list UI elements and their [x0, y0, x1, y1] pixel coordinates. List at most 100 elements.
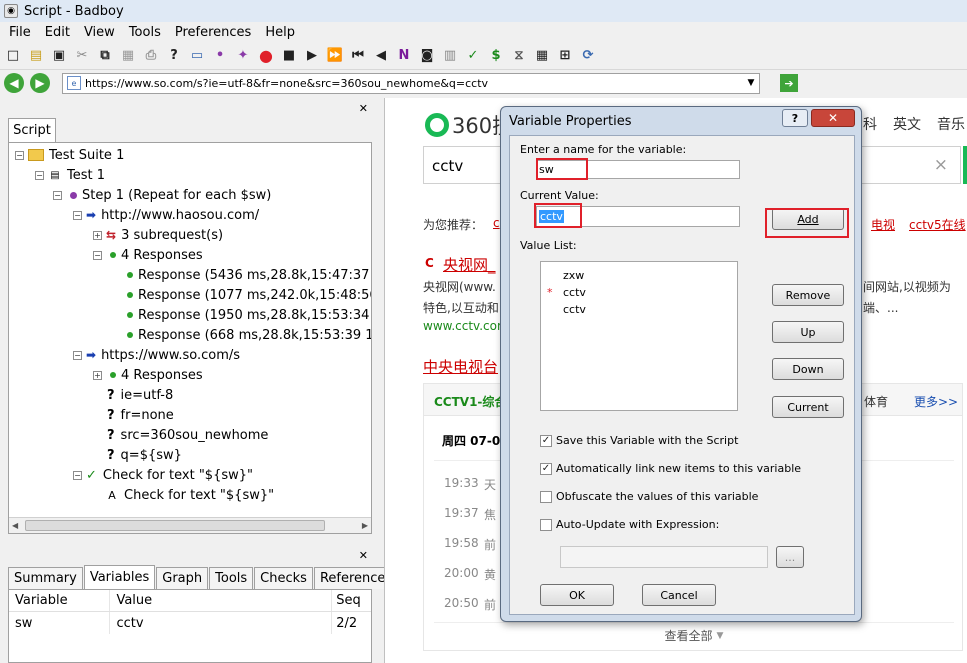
expression-browse-button[interactable]: ...	[776, 546, 804, 568]
close-icon[interactable]: ✕	[359, 549, 368, 562]
check-icon[interactable]: ✓	[464, 47, 482, 65]
auto-update-checkbox[interactable]: Auto-Update with Expression:	[540, 518, 719, 531]
add-suite-icon[interactable]: ▭	[188, 47, 206, 65]
tree-item[interactable]: ? ie=utf-8	[107, 385, 173, 405]
close-button[interactable]: ✕	[811, 109, 855, 127]
tv-channel-tab[interactable]: CCTV1-综合	[434, 393, 506, 410]
tree-item[interactable]: − Step 1 (Repeat for each $sw)	[53, 185, 271, 205]
grid-icon[interactable]: ⊞	[556, 47, 574, 65]
back-icon[interactable]: ◀	[4, 73, 24, 93]
add-step-icon[interactable]: •	[211, 47, 229, 65]
open-folder-icon[interactable]: ▤	[27, 47, 45, 65]
play-all-icon[interactable]: ⏩	[326, 47, 344, 65]
table-icon[interactable]: ▦	[533, 47, 551, 65]
chevron-down-icon[interactable]: ▼	[743, 74, 759, 93]
tree-item[interactable]: − ▤ Test 1	[35, 165, 105, 185]
save-icon[interactable]: ▣	[50, 47, 68, 65]
obfuscate-checkbox[interactable]: Obfuscate the values of this variable	[540, 490, 758, 503]
tree-item[interactable]: Response (1077 ms,242.0k,15:48:56 17	[123, 285, 371, 305]
step-back-icon[interactable]: ◀	[372, 47, 390, 65]
timer-icon[interactable]: ⧖	[510, 47, 528, 65]
value-list[interactable]: zxw * cctv cctv	[540, 261, 738, 411]
record-icon[interactable]: ●	[257, 46, 275, 65]
stop-icon[interactable]: ■	[280, 47, 298, 65]
tree-item[interactable]: A Check for text "${sw}"	[105, 485, 274, 505]
result-title[interactable]: 央视网_	[443, 254, 496, 275]
cut-icon[interactable]: ✂	[73, 47, 91, 65]
expand-icon[interactable]: +	[93, 370, 102, 380]
collapse-icon[interactable]: −	[73, 350, 82, 360]
tab-script[interactable]: Script	[8, 118, 56, 142]
auto-link-checkbox[interactable]: ✓ Automatically link new items to this v…	[540, 462, 801, 475]
tree-item[interactable]: − 4 Responses	[93, 245, 203, 265]
tree-item[interactable]: − ➡ https://www.so.com/s	[73, 345, 240, 365]
result-url[interactable]: www.cctv.com	[423, 319, 509, 333]
play-icon[interactable]: ▶	[303, 47, 321, 65]
menu-file[interactable]: File	[2, 25, 38, 40]
tab-summary[interactable]: Summary	[8, 567, 83, 589]
view-all-button[interactable]: 查看全部 ▼	[434, 622, 954, 648]
list-item[interactable]: zxw	[563, 269, 584, 282]
tree-item[interactable]: ? src=360sou_newhome	[107, 425, 268, 445]
menu-edit[interactable]: Edit	[38, 25, 77, 40]
add-request-icon[interactable]: ✦	[234, 47, 252, 65]
recommend-link[interactable]: 电视	[871, 216, 895, 233]
collapse-icon[interactable]: −	[15, 150, 24, 160]
collapse-icon[interactable]: −	[35, 170, 44, 180]
nav-item-music[interactable]: 音乐	[937, 114, 965, 134]
cancel-button[interactable]: Cancel	[642, 584, 716, 606]
ok-button[interactable]: OK	[540, 584, 614, 606]
tree-item[interactable]: Response (668 ms,28.8k,15:53:39 17 Ju	[123, 325, 371, 345]
scroll-right-icon[interactable]: ▶	[362, 521, 368, 530]
print-icon[interactable]: ⎙	[142, 47, 160, 65]
menu-view[interactable]: View	[77, 25, 122, 40]
forward-icon[interactable]: ▶	[30, 73, 50, 93]
navigation-n-icon[interactable]: N	[395, 47, 413, 65]
camera-icon[interactable]: ◙	[418, 47, 436, 65]
column-value[interactable]: Value	[110, 590, 331, 611]
tree-item[interactable]: ? fr=none	[107, 405, 174, 425]
rewind-icon[interactable]: ⏮	[349, 47, 367, 65]
menu-help[interactable]: Help	[258, 25, 302, 40]
tree-item[interactable]: − Test Suite 1	[15, 145, 124, 165]
list-item[interactable]: cctv	[563, 303, 586, 316]
up-button[interactable]: Up	[772, 321, 844, 343]
collapse-icon[interactable]: −	[73, 470, 82, 480]
tab-tools[interactable]: Tools	[209, 567, 254, 589]
collapse-icon[interactable]: −	[93, 250, 102, 260]
list-item[interactable]: cctv	[563, 286, 586, 299]
collapse-icon[interactable]: −	[53, 190, 62, 200]
clear-icon[interactable]: ×	[934, 155, 948, 175]
tab-graph[interactable]: Graph	[156, 567, 209, 589]
save-variable-checkbox[interactable]: ✓ Save this Variable with the Script	[540, 434, 738, 447]
tree-item[interactable]: + 4 Responses	[93, 365, 203, 385]
tree-item[interactable]: − ➡ http://www.haosou.com/	[73, 205, 259, 225]
paste-icon[interactable]: ▦	[119, 47, 137, 65]
menu-tools[interactable]: Tools	[122, 25, 168, 40]
tab-checks[interactable]: Checks	[254, 567, 313, 589]
tree-item[interactable]: − ✓ Check for text "${sw}"	[73, 465, 253, 485]
nav-item[interactable]: 科	[863, 114, 877, 134]
close-icon[interactable]: ✕	[359, 102, 368, 115]
variable-dollar-icon[interactable]: $	[487, 47, 505, 65]
table-row[interactable]: sw cctv 2/2	[9, 612, 371, 634]
expand-icon[interactable]: +	[93, 230, 102, 240]
expression-input[interactable]	[560, 546, 768, 568]
more-link[interactable]: 更多>>	[914, 393, 958, 410]
refresh-icon[interactable]: ⟳	[579, 47, 597, 65]
recommend-link[interactable]: cctv5在线	[909, 216, 966, 233]
result-title[interactable]: 中央电视台	[423, 356, 498, 377]
down-button[interactable]: Down	[772, 358, 844, 380]
scrollbar-thumb[interactable]	[25, 520, 325, 531]
url-input[interactable]: e https://www.so.com/s?ie=utf-8&fr=none&…	[62, 72, 760, 94]
recommend-link[interactable]: c	[493, 216, 500, 230]
nav-item-english[interactable]: 英文	[893, 114, 921, 134]
tree-item[interactable]: + ⇆ 3 subrequest(s)	[93, 225, 223, 245]
tree-item[interactable]: ? q=${sw}	[107, 445, 182, 465]
help-button[interactable]: ?	[782, 109, 808, 127]
horizontal-scrollbar[interactable]: ◀ ▶	[9, 517, 371, 533]
tab-variables[interactable]: Variables	[83, 565, 156, 589]
report-icon[interactable]: ▥	[441, 47, 459, 65]
tv-tab-sports[interactable]: 体育	[864, 393, 888, 410]
remove-button[interactable]: Remove	[772, 284, 844, 306]
